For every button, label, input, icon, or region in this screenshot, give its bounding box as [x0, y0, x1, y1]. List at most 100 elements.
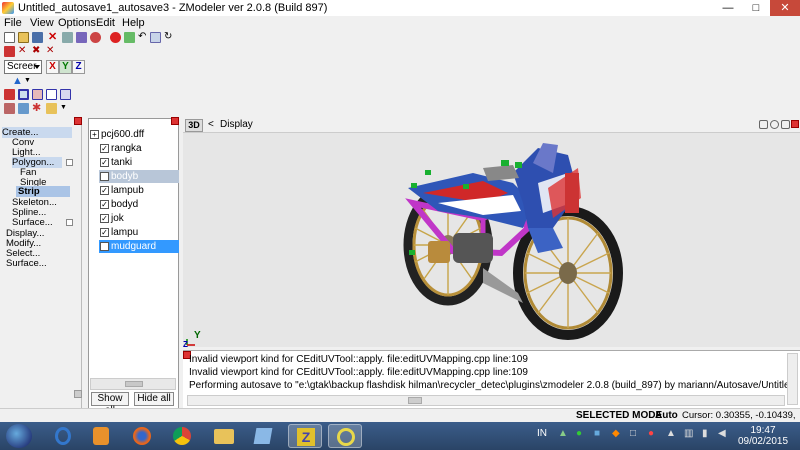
object-item[interactable]: ✓ bodyb	[99, 170, 179, 183]
tool-icon[interactable]	[62, 32, 73, 43]
volume-icon[interactable]: ◀	[718, 428, 726, 439]
battery-icon[interactable]: ▮	[702, 428, 708, 439]
checkbox[interactable]: ✓	[100, 172, 109, 181]
tray-icon[interactable]: □	[630, 428, 636, 439]
checkbox[interactable]: ✓	[100, 228, 109, 237]
checkbox[interactable]: ✓	[100, 214, 109, 223]
close-icon[interactable]	[791, 120, 799, 128]
object-root[interactable]: + pcj600.dff	[89, 128, 169, 141]
expand-icon[interactable]: +	[90, 130, 99, 139]
delete-icon[interactable]: ✕	[48, 32, 59, 43]
object-item[interactable]: ✓ bodyd	[99, 198, 179, 211]
axis-z-button[interactable]: Z	[72, 60, 85, 74]
tool-icon[interactable]	[18, 103, 29, 114]
tool-icon[interactable]	[32, 89, 43, 100]
maximize-button[interactable]: □	[742, 0, 770, 16]
search-icon[interactable]	[770, 120, 779, 129]
checkbox[interactable]: ✓	[100, 200, 109, 209]
menu-file[interactable]: File	[4, 17, 22, 29]
select-box-icon[interactable]	[18, 89, 29, 100]
start-button[interactable]	[6, 424, 32, 448]
media-player-icon[interactable]	[84, 424, 118, 448]
app-icon[interactable]	[246, 424, 280, 448]
checkbox[interactable]: ✓	[100, 144, 109, 153]
scroll-thumb[interactable]	[125, 381, 143, 387]
minimize-button[interactable]: —	[714, 0, 742, 16]
tool-icon[interactable]: ✱	[32, 103, 43, 114]
save-icon[interactable]	[32, 32, 43, 43]
tool-icon[interactable]	[150, 32, 161, 43]
app-icon[interactable]	[328, 424, 362, 448]
object-item[interactable]: ✓ jok	[99, 212, 179, 225]
tree-item-strip[interactable]: Strip	[16, 186, 70, 197]
tray-icon[interactable]: ▲	[666, 428, 676, 439]
rotate-icon[interactable]	[781, 120, 790, 129]
checkbox[interactable]	[66, 219, 73, 226]
zoom-icon[interactable]	[759, 120, 768, 129]
close-button[interactable]: ✕	[770, 0, 800, 16]
menu-options[interactable]: Options	[58, 17, 96, 29]
menu-view[interactable]: View	[30, 17, 54, 29]
network-icon[interactable]: ▥	[684, 428, 693, 439]
firefox-icon[interactable]	[124, 424, 158, 448]
new-icon[interactable]	[4, 32, 15, 43]
chevron-down-icon[interactable]: ▼	[60, 103, 71, 114]
tree-item-surface[interactable]: Surface...	[12, 217, 53, 228]
app-icon[interactable]	[2, 2, 14, 14]
tree-item-surface-root[interactable]: Surface...	[6, 258, 47, 269]
log-scrollbar[interactable]	[187, 395, 785, 406]
view-3d-badge[interactable]: 3D	[185, 119, 203, 132]
tool-icon[interactable]	[46, 89, 57, 100]
redo-icon[interactable]: ↻	[164, 32, 175, 43]
record-icon[interactable]	[110, 32, 121, 43]
tray-icon[interactable]: ●	[576, 428, 582, 439]
close-icon[interactable]	[171, 117, 179, 125]
checkbox[interactable]: ✓	[100, 158, 109, 167]
object-item[interactable]: ✓ rangka	[99, 142, 179, 155]
close-icon[interactable]	[74, 117, 82, 125]
chrome-icon[interactable]	[164, 424, 198, 448]
tool-icon[interactable]: ✖	[32, 46, 43, 57]
objects-scrollbar[interactable]	[90, 378, 176, 390]
tool-icon[interactable]	[124, 32, 135, 43]
axis-x-button[interactable]: X	[46, 60, 59, 74]
clock[interactable]: 19:47 09/02/2015	[736, 425, 790, 447]
checkbox[interactable]: ✓	[100, 242, 109, 251]
tool-icon[interactable]	[60, 89, 71, 100]
object-item[interactable]: ✓ tanki	[99, 156, 179, 169]
viewport-3d[interactable]: Y Z	[183, 133, 800, 347]
tray-icon[interactable]: ■	[594, 428, 600, 439]
tray-icon[interactable]: ●	[648, 428, 654, 439]
object-item[interactable]: ✓ mudguard	[99, 240, 179, 253]
tool-icon[interactable]	[4, 46, 15, 57]
checkbox[interactable]	[66, 159, 73, 166]
hide-all-button[interactable]: Hide all	[134, 392, 174, 406]
menu-help[interactable]: Help	[122, 17, 145, 29]
tool-icon[interactable]	[4, 103, 15, 114]
menu-edit[interactable]: Edit	[96, 17, 115, 29]
tool-icon[interactable]: ✕	[46, 46, 57, 57]
open-icon[interactable]	[18, 32, 29, 43]
checkbox[interactable]: ✓	[100, 186, 109, 195]
explorer-icon[interactable]	[206, 424, 240, 448]
chevron-left-icon[interactable]: <	[208, 119, 214, 130]
view-select[interactable]: Screer	[4, 60, 42, 74]
motorcycle-model[interactable]: Y Z	[183, 133, 800, 347]
axis-y-button[interactable]: Y	[59, 60, 72, 74]
triangle-icon[interactable]: ▲	[12, 76, 23, 87]
tool-icon[interactable]	[76, 32, 87, 43]
tray-icon[interactable]: ◆	[612, 428, 620, 439]
ie-icon[interactable]	[46, 424, 80, 448]
object-item[interactable]: ✓ lampub	[99, 184, 179, 197]
tool-icon[interactable]	[46, 103, 57, 114]
zmodeler-taskbar-icon[interactable]: Z	[288, 424, 322, 448]
scroll-thumb[interactable]	[408, 397, 422, 404]
show-all-button[interactable]: Show all	[91, 392, 129, 416]
tray-icon[interactable]: ▲	[558, 428, 568, 439]
tool-icon[interactable]	[4, 89, 15, 100]
undo-icon[interactable]: ↶	[138, 32, 149, 43]
language-indicator[interactable]: IN	[537, 428, 547, 439]
render-icon[interactable]	[90, 32, 101, 43]
log-vscrollbar[interactable]	[787, 353, 798, 405]
chevron-down-icon[interactable]: ▼	[24, 76, 35, 87]
